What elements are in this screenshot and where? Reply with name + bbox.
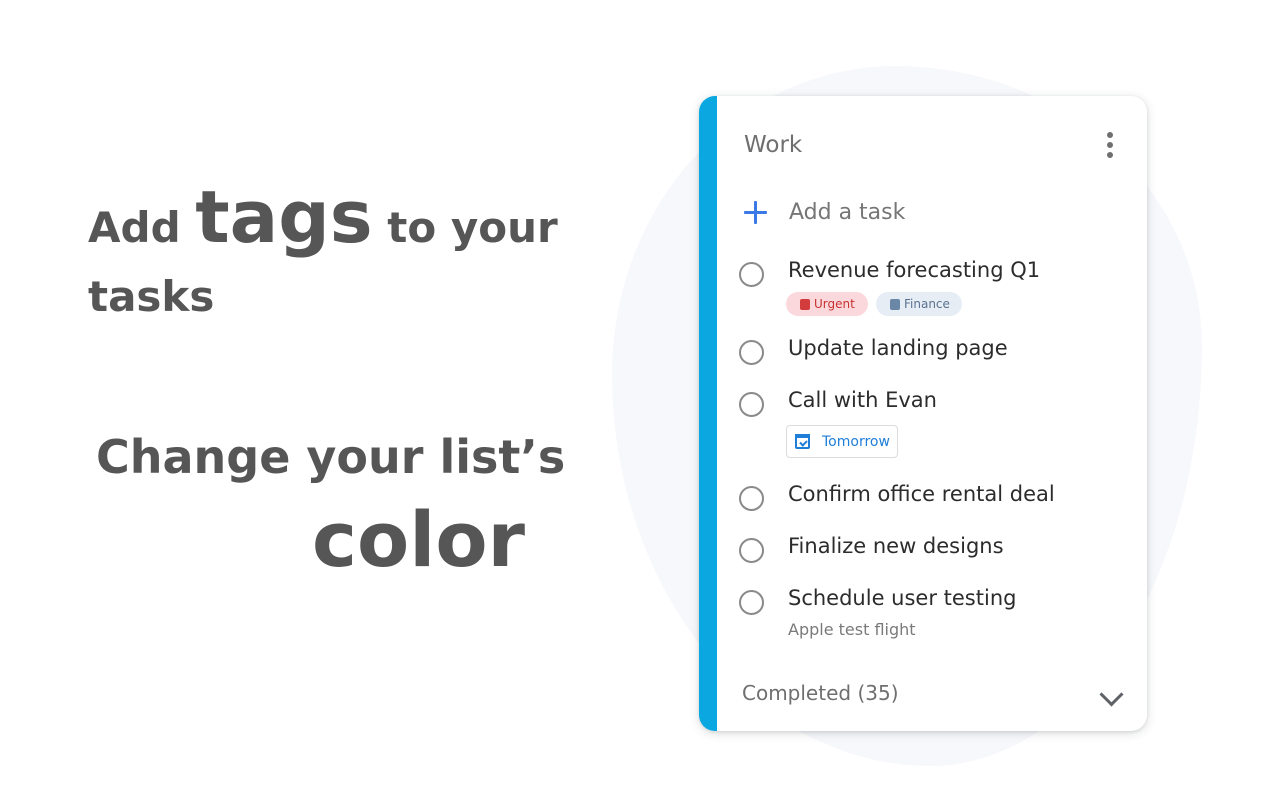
task-title: Revenue forecasting Q1 <box>788 258 1041 282</box>
due-date-label: Tomorrow <box>822 433 890 450</box>
task-title: Schedule user testing <box>788 586 1017 610</box>
promo-word-add: Add <box>88 203 181 252</box>
task-checkbox[interactable] <box>739 262 764 287</box>
task-checkbox[interactable] <box>739 538 764 563</box>
promo-word-tags: tags <box>195 175 373 259</box>
task-checkbox[interactable] <box>739 392 764 417</box>
chevron-down-icon[interactable] <box>1099 682 1124 707</box>
task-title: Finalize new designs <box>788 534 1004 558</box>
task-title: Confirm office rental deal <box>788 482 1055 506</box>
plus-icon <box>739 196 771 228</box>
task-checkbox[interactable] <box>739 590 764 615</box>
add-task-button[interactable]: Add a task <box>739 196 905 228</box>
tag-label: Urgent <box>814 297 855 311</box>
task-details: Apple test flight <box>788 620 916 639</box>
promo-line-3: Change your list’s <box>96 430 566 484</box>
task-checkbox[interactable] <box>739 340 764 365</box>
tag-finance[interactable]: Finance <box>876 292 962 316</box>
promo-line-2: tasks <box>88 272 215 321</box>
completed-section-toggle[interactable]: Completed (35) <box>742 681 899 705</box>
task-checkbox[interactable] <box>739 486 764 511</box>
tag-label: Finance <box>904 297 950 311</box>
list-color-accent <box>699 96 717 731</box>
task-list-card: Work Add a task Revenue forecasting Q1 U… <box>699 96 1147 731</box>
task-title: Call with Evan <box>788 388 937 412</box>
due-date-chip[interactable]: Tomorrow <box>786 425 898 458</box>
promo-line-4: color <box>312 495 526 584</box>
promo-word-to-your: to your <box>387 203 558 252</box>
task-title: Update landing page <box>788 336 1008 360</box>
promo-line-1: Add tags to your <box>88 175 558 259</box>
add-task-label: Add a task <box>789 199 906 225</box>
tag-icon <box>800 298 810 310</box>
more-vert-icon[interactable] <box>1097 130 1123 160</box>
calendar-check-icon <box>795 434 810 449</box>
tag-urgent[interactable]: Urgent <box>786 292 868 316</box>
list-title: Work <box>744 132 803 158</box>
tag-icon <box>890 298 900 310</box>
